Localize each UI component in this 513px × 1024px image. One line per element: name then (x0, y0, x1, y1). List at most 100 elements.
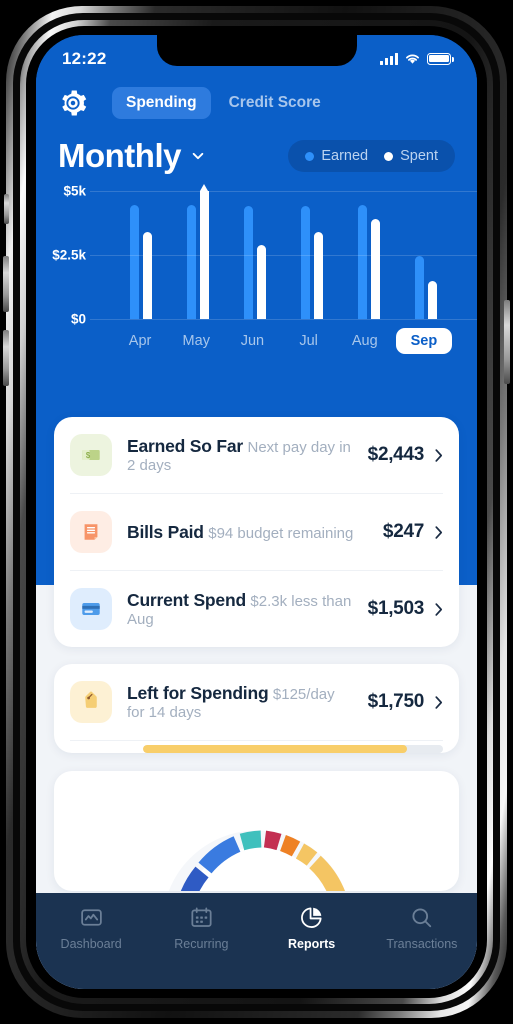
row-text: Bills Paid $94 budget remaining (127, 522, 368, 543)
credit-card-icon (70, 588, 112, 630)
battery-icon (427, 52, 454, 65)
notch (156, 35, 357, 66)
activity-chart-icon (80, 909, 102, 926)
chart-bar-earned (301, 206, 311, 319)
chart-bar-earned (415, 256, 425, 319)
nav-label-dashboard: Dashboard (60, 937, 122, 951)
chevron-down-icon (192, 152, 204, 160)
legend-item-earned: Earned (305, 148, 368, 164)
chart-x-tick-may[interactable]: May (168, 328, 224, 354)
chart-bar-spent (314, 231, 324, 319)
left-for-spending-card: Left for Spending $125/day for 14 days $… (54, 664, 459, 753)
chart-x-tick-apr[interactable]: Apr (112, 328, 168, 354)
nav-item-transactions[interactable]: Transactions (367, 905, 477, 951)
row-current-spend[interactable]: Current Spend $2.3k less than Aug $1,503 (70, 571, 443, 647)
donut-chart (70, 797, 443, 891)
chart-bar-earned (186, 205, 196, 319)
pie-chart-icon (301, 907, 322, 928)
row-amount: $1,750 (367, 691, 425, 712)
chart-x-tick-aug[interactable]: Aug (337, 328, 393, 354)
row-subtitle: $94 budget remaining (208, 524, 354, 542)
chevron-right-icon (435, 448, 443, 462)
category-donut-card[interactable] (54, 771, 459, 891)
chart-legend: Earned Spent (288, 140, 455, 172)
price-tag-icon (70, 681, 112, 723)
nav-label-transactions: Transactions (386, 937, 458, 951)
chart-x-tick-sep[interactable]: Sep (395, 328, 453, 354)
legend-label-spent: Spent (400, 148, 438, 164)
chart-bar-spent (142, 231, 152, 319)
row-title: Bills Paid (127, 521, 204, 542)
row-amount: $1,503 (367, 598, 425, 619)
spending-chart: Apr May Jun Jul Aug Sep $5k $2.5k $0 (36, 175, 477, 354)
row-bills-paid[interactable]: Bills Paid $94 budget remaining $247 (70, 494, 443, 571)
volume-up-button[interactable] (3, 256, 9, 312)
status-bar-icons (380, 47, 454, 65)
bottom-navigation: Dashboard Recurring Reports Transactions (36, 893, 477, 989)
status-bar-clock: 12:22 (62, 48, 107, 68)
chart-gridline (90, 191, 477, 192)
chart-y-tick: $5k (63, 183, 86, 199)
tab-credit-score[interactable]: Credit Score (215, 87, 335, 119)
chart-y-tick: $0 (70, 311, 86, 327)
row-earned-so-far[interactable]: $ Earned So Far Next pay day in 2 days $… (70, 417, 443, 494)
chevron-right-icon (435, 525, 443, 539)
row-title: Current Spend (127, 589, 246, 610)
nav-label-recurring: Recurring (174, 937, 229, 951)
chart-bar-earned (129, 205, 139, 319)
row-value: $247 (383, 521, 443, 543)
chart-x-tick-jun[interactable]: Jun (224, 328, 280, 354)
chart-bar-earned (243, 206, 253, 319)
legend-label-earned: Earned (321, 148, 369, 164)
row-value: $1,750 (368, 691, 443, 713)
power-button[interactable] (504, 300, 510, 384)
row-text: Earned So Far Next pay day in 2 days (127, 436, 353, 475)
search-icon (412, 908, 432, 928)
chart-gridline (90, 319, 477, 320)
spending-progress-bar (143, 745, 443, 753)
chevron-right-icon (435, 602, 443, 616)
legend-item-spent: Spent (384, 148, 438, 164)
tab-spending[interactable]: Spending (112, 87, 211, 119)
legend-dot-earned (305, 151, 315, 161)
chart-bar-spent (428, 280, 438, 319)
mute-switch[interactable] (4, 194, 9, 224)
nav-item-recurring[interactable]: Recurring (146, 905, 256, 951)
period-label: Monthly (58, 137, 181, 174)
chart-bar-earned (358, 205, 368, 319)
chart-x-tick-jul[interactable]: Jul (281, 328, 337, 354)
chevron-right-icon (435, 695, 443, 709)
row-value: $2,443 (368, 444, 443, 466)
header: Spending Credit Score Monthly Earned Spe… (36, 35, 477, 354)
row-title: Earned So Far (127, 435, 244, 456)
phone-mockup: 12:22 Spending Credit Score Monthly Earn… (0, 0, 513, 1024)
chart-y-tick: $2.5k (52, 247, 86, 263)
wifi-icon (406, 54, 419, 64)
legend-dot-spent (384, 151, 394, 161)
nav-item-dashboard[interactable]: Dashboard (36, 905, 146, 951)
row-amount: $2,443 (367, 444, 425, 465)
row-title: Left for Spending (127, 682, 269, 703)
row-amount: $247 (382, 521, 424, 542)
app-screen: 12:22 Spending Credit Score Monthly Earn… (36, 35, 477, 989)
header-controls: Monthly Earned Spent (36, 119, 477, 175)
calendar-icon (191, 907, 212, 927)
gear-icon[interactable] (58, 88, 88, 118)
row-value: $1,503 (368, 598, 443, 620)
receipt-icon (70, 511, 112, 553)
cellular-signal-icon (380, 53, 398, 65)
row-text: Left for Spending $125/day for 14 days (127, 683, 353, 722)
summary-card: $ Earned So Far Next pay day in 2 days $… (54, 417, 459, 647)
section-tabs: Spending Credit Score (112, 87, 335, 119)
nav-label-reports: Reports (288, 937, 336, 951)
chart-x-axis: Apr May Jun Jul Aug Sep (112, 328, 455, 354)
row-text: Current Spend $2.3k less than Aug (127, 590, 353, 629)
chart-gridline (90, 255, 477, 256)
svg-text:$: $ (86, 451, 91, 460)
spending-progress-fill (143, 745, 407, 753)
row-left-for-spending[interactable]: Left for Spending $125/day for 14 days $… (70, 664, 443, 741)
chart-bar-spent (371, 219, 381, 319)
volume-down-button[interactable] (3, 330, 9, 386)
nav-item-reports[interactable]: Reports (257, 905, 367, 951)
period-selector[interactable]: Monthly (58, 137, 205, 175)
